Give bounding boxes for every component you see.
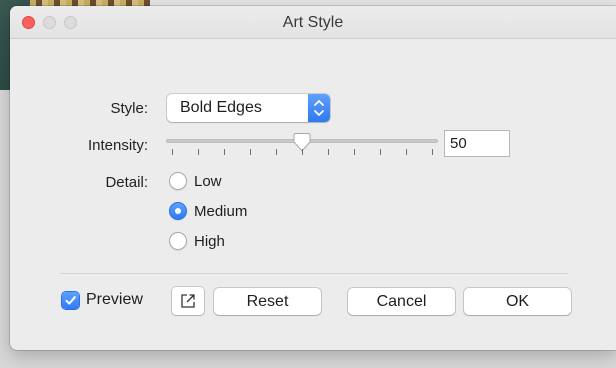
- popup-chevron-icon: [308, 94, 330, 122]
- slider-tick: [380, 149, 381, 155]
- ok-button[interactable]: OK: [464, 288, 571, 315]
- art-style-dialog: Art Style Style: Bold Edges Intensity: 5…: [10, 6, 616, 350]
- checkmark-icon: [65, 296, 76, 305]
- slider-tick: [432, 149, 433, 155]
- slider-tick: [354, 149, 355, 155]
- expand-preview-button[interactable]: [172, 287, 204, 315]
- detail-label: Detail:: [105, 174, 148, 191]
- style-selected-value: Bold Edges: [180, 99, 262, 116]
- intensity-label: Intensity:: [87, 137, 148, 154]
- detail-radio-medium[interactable]: [169, 202, 187, 220]
- detail-radio-low[interactable]: [169, 172, 187, 190]
- slider-tick: [198, 149, 199, 155]
- intensity-value-field[interactable]: 50: [444, 130, 510, 157]
- slider-tick: [328, 149, 329, 155]
- slider-tick: [224, 149, 225, 155]
- slider-tick: [406, 149, 407, 155]
- detail-option-label-medium: Medium: [194, 203, 248, 220]
- detail-option-label-low: Low: [194, 173, 222, 190]
- style-label: Style:: [110, 100, 148, 117]
- slider-tick: [302, 149, 303, 155]
- slider-tick: [250, 149, 251, 155]
- preview-label: Preview: [86, 291, 143, 308]
- reset-button[interactable]: Reset: [214, 288, 321, 315]
- window-title: Art Style: [282, 14, 344, 31]
- style-popup-button[interactable]: Bold Edges: [167, 94, 330, 122]
- detail-option-label-high: High: [194, 233, 225, 250]
- title-bar: Art Style: [10, 6, 616, 39]
- slider-tick: [276, 149, 277, 155]
- preview-checkbox[interactable]: [62, 292, 79, 309]
- cancel-button[interactable]: Cancel: [348, 288, 455, 315]
- slider-tick: [172, 149, 173, 155]
- intensity-value: 50: [450, 135, 467, 152]
- resize-arrow-icon: [181, 294, 195, 308]
- detail-radio-high[interactable]: [169, 232, 187, 250]
- footer-divider: [60, 273, 568, 274]
